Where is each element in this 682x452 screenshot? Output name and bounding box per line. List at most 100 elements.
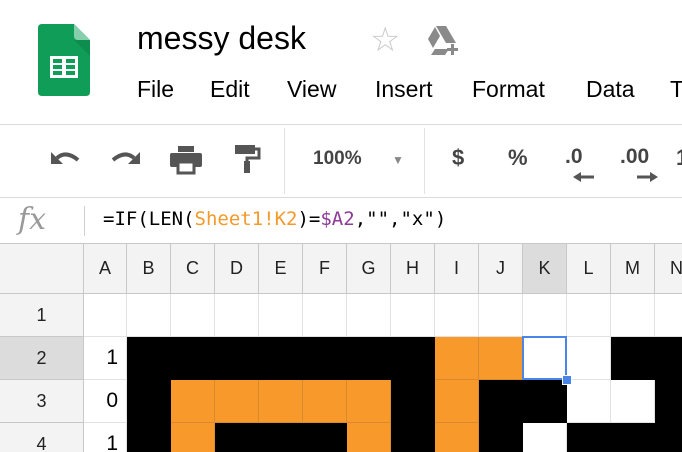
increase-decimal-button[interactable]: .00 <box>620 145 649 169</box>
column-header[interactable]: B <box>127 244 171 294</box>
cell[interactable]: 1 <box>84 337 127 380</box>
cell[interactable] <box>435 294 479 337</box>
column-header[interactable]: N <box>655 244 682 294</box>
row-header[interactable]: 4 <box>0 423 84 452</box>
cell[interactable] <box>259 423 303 452</box>
cell[interactable] <box>435 423 479 452</box>
cell[interactable] <box>655 423 682 452</box>
formula-token: $A2 <box>320 208 355 230</box>
menu-view[interactable]: View <box>287 76 336 103</box>
document-title[interactable]: messy desk <box>137 20 306 57</box>
cell[interactable] <box>567 423 611 452</box>
column-header[interactable]: G <box>347 244 391 294</box>
cell[interactable] <box>523 423 567 452</box>
cell[interactable] <box>655 337 682 380</box>
menu-insert[interactable]: Insert <box>375 76 433 103</box>
sheets-logo[interactable] <box>38 24 90 96</box>
cell[interactable] <box>259 337 303 380</box>
column-header[interactable]: D <box>215 244 259 294</box>
menu-data[interactable]: Data <box>586 76 635 103</box>
column-header[interactable]: I <box>435 244 479 294</box>
star-icon[interactable]: ☆ <box>370 20 400 60</box>
cell[interactable] <box>435 337 479 380</box>
column-header[interactable]: A <box>84 244 127 294</box>
zoom-select[interactable]: 100% <box>313 148 362 170</box>
menu-edit[interactable]: Edit <box>210 76 250 103</box>
cell[interactable] <box>259 380 303 423</box>
cell[interactable]: 0 <box>84 380 127 423</box>
add-to-drive-icon[interactable] <box>425 24 461 56</box>
cell[interactable] <box>479 337 523 380</box>
cell[interactable] <box>303 380 347 423</box>
cell[interactable] <box>391 337 435 380</box>
fill-handle[interactable] <box>562 375 572 385</box>
cell[interactable] <box>611 423 655 452</box>
column-header[interactable]: L <box>567 244 611 294</box>
cell[interactable] <box>611 380 655 423</box>
print-icon[interactable] <box>169 145 203 175</box>
cell[interactable] <box>523 380 567 423</box>
cell[interactable] <box>347 423 391 452</box>
cell[interactable] <box>391 294 435 337</box>
column-header[interactable]: F <box>303 244 347 294</box>
cell[interactable] <box>479 423 523 452</box>
column-header[interactable]: J <box>479 244 523 294</box>
cell[interactable] <box>303 423 347 452</box>
cell[interactable] <box>347 337 391 380</box>
percent-format-button[interactable]: % <box>508 145 528 171</box>
formula-input[interactable]: =IF(LEN(Sheet1!K2)=$A2,"","x") <box>103 208 446 230</box>
cell[interactable] <box>171 337 215 380</box>
column-header[interactable]: C <box>171 244 215 294</box>
cell[interactable] <box>347 380 391 423</box>
cell[interactable] <box>567 294 611 337</box>
cell[interactable] <box>347 294 391 337</box>
cell[interactable] <box>479 294 523 337</box>
cell[interactable] <box>171 294 215 337</box>
more-formats-button[interactable]: 1 <box>676 145 682 171</box>
currency-format-button[interactable]: $ <box>452 145 464 171</box>
cell[interactable] <box>127 294 171 337</box>
row-header[interactable]: 3 <box>0 380 84 423</box>
undo-icon[interactable] <box>48 148 84 172</box>
cell[interactable] <box>215 423 259 452</box>
column-header[interactable]: E <box>259 244 303 294</box>
cell[interactable] <box>171 380 215 423</box>
column-header[interactable]: H <box>391 244 435 294</box>
cell[interactable] <box>127 423 171 452</box>
menu-format[interactable]: Format <box>472 76 545 103</box>
cell[interactable] <box>391 380 435 423</box>
chevron-down-icon[interactable]: ▼ <box>392 153 404 167</box>
redo-icon[interactable] <box>107 148 143 172</box>
cell[interactable] <box>567 337 611 380</box>
cell[interactable] <box>655 294 682 337</box>
row-header[interactable]: 1 <box>0 294 84 337</box>
menu-file[interactable]: File <box>137 76 174 103</box>
row-header[interactable]: 2 <box>0 337 84 380</box>
cell[interactable] <box>259 294 303 337</box>
column-header[interactable]: M <box>611 244 655 294</box>
cell[interactable] <box>215 294 259 337</box>
select-all-corner[interactable] <box>0 244 84 294</box>
cell[interactable] <box>567 380 611 423</box>
menu-tools[interactable]: T <box>670 76 682 103</box>
paint-format-icon[interactable] <box>233 143 261 175</box>
cell[interactable] <box>391 423 435 452</box>
decrease-decimal-button[interactable]: .0 <box>565 145 583 169</box>
cell[interactable] <box>303 294 347 337</box>
cell[interactable] <box>303 337 347 380</box>
cell[interactable] <box>127 337 171 380</box>
cell[interactable] <box>523 337 567 380</box>
cell[interactable] <box>523 294 567 337</box>
cell[interactable]: 1 <box>84 423 127 452</box>
cell[interactable] <box>479 380 523 423</box>
cell[interactable] <box>611 294 655 337</box>
cell[interactable] <box>215 337 259 380</box>
column-header[interactable]: K <box>523 244 567 294</box>
cell[interactable] <box>127 380 171 423</box>
cell[interactable] <box>215 380 259 423</box>
cell[interactable] <box>171 423 215 452</box>
cell[interactable] <box>435 380 479 423</box>
cell[interactable] <box>84 294 127 337</box>
cell[interactable] <box>611 337 655 380</box>
cell[interactable] <box>655 380 682 423</box>
